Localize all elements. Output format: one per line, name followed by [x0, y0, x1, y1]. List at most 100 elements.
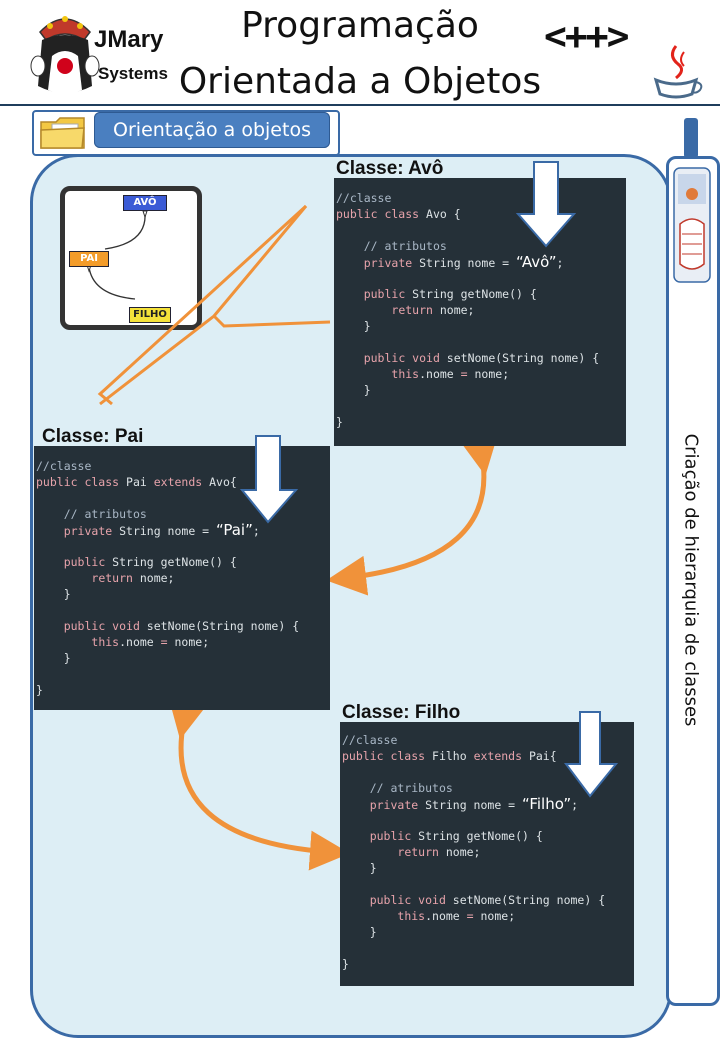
code-line: }	[342, 924, 634, 940]
code-token: return	[391, 303, 433, 317]
code-token: nome;	[467, 367, 510, 381]
down-arrow-icon	[564, 711, 618, 798]
code-token: .nome	[119, 635, 161, 649]
page-title-line1: Programação	[241, 5, 479, 46]
code-token: public void	[63, 619, 140, 633]
code-line: this.nome = nome;	[342, 908, 634, 924]
code-line: }	[336, 414, 626, 430]
code-token: private	[369, 798, 419, 812]
code-token: // atributos	[369, 781, 453, 795]
down-arrow-icon	[240, 435, 299, 524]
code-line: }	[36, 682, 330, 698]
code-token: ;	[571, 798, 579, 812]
page-title-line2: Orientada a Objetos	[178, 61, 542, 102]
code-line: }	[336, 318, 626, 334]
code-token: .nome	[419, 367, 461, 381]
code-line: return nome;	[342, 844, 634, 860]
code-line: public void setNome(String nome) {	[36, 618, 330, 634]
code-token: //classe	[36, 459, 92, 473]
code-token: ;	[252, 524, 260, 538]
code-token: }	[36, 587, 71, 601]
code-token: this	[391, 367, 420, 381]
code-line: }	[342, 956, 634, 972]
code-token: private	[63, 524, 113, 538]
code-token: setNome(String nome) {	[445, 893, 606, 907]
sidebar-connector	[684, 118, 698, 158]
class-label-avo: Classe: Avô	[336, 158, 444, 179]
code-line: private String nome = “Filho”;	[342, 796, 634, 812]
code-token: String getNome() {	[105, 555, 237, 569]
code-token: Pai	[119, 475, 154, 489]
code-token: extends	[153, 475, 203, 489]
code-token: String nome =	[112, 524, 217, 538]
code-token: }	[342, 861, 377, 875]
code-token: nome;	[473, 909, 516, 923]
code-line: private String nome = “Avô”;	[336, 254, 626, 270]
code-token: return	[397, 845, 439, 859]
code-token: public	[363, 287, 406, 301]
code-token: String getNome() {	[405, 287, 537, 301]
code-line: return nome;	[36, 570, 330, 586]
code-token: =	[466, 909, 474, 923]
code-line: //classe	[336, 190, 626, 206]
code-token: return	[91, 571, 133, 585]
section-button[interactable]: Orientação a objetos	[94, 112, 330, 148]
code-line: public class Avo {	[336, 206, 626, 222]
code-token: public	[63, 555, 106, 569]
code-token: private	[363, 256, 413, 270]
code-token: setNome(String nome) {	[139, 619, 300, 633]
duke-mascot-icon	[30, 16, 100, 94]
code-token: ;	[556, 256, 564, 270]
code-token: }	[336, 319, 371, 333]
sidebar-caption: Criação de hierarquia de classes	[670, 156, 712, 1000]
code-token: nome;	[432, 303, 475, 317]
code-token: =	[460, 367, 468, 381]
code-token: Avo{	[202, 475, 237, 489]
code-block-avo: //classe public class Avo { // atributos …	[334, 178, 626, 446]
code-token: }	[336, 415, 343, 429]
code-token: }	[342, 957, 349, 971]
code-token: this	[91, 635, 120, 649]
code-token: public class	[342, 749, 426, 763]
header-divider	[0, 104, 720, 106]
code-token: Avo {	[419, 207, 461, 221]
code-token: // atributos	[63, 507, 147, 521]
code-token: extends	[473, 749, 523, 763]
code-line: }	[336, 382, 626, 398]
code-token: nome;	[438, 845, 481, 859]
code-token: //classe	[336, 191, 392, 205]
code-token: String getNome() {	[411, 829, 543, 843]
code-token: nome;	[167, 635, 210, 649]
code-token: public class	[336, 207, 420, 221]
code-line: this.nome = nome;	[36, 634, 330, 650]
code-token: //classe	[342, 733, 398, 747]
code-token: this	[397, 909, 426, 923]
sidebar-caption-text: Criação de hierarquia de classes	[680, 433, 702, 727]
code-line: public String getNome() {	[36, 554, 330, 570]
code-line: return nome;	[336, 302, 626, 318]
code-token: // atributos	[363, 239, 447, 253]
code-token: public class	[36, 475, 120, 489]
code-token: “Avô”	[516, 253, 557, 271]
code-token: public void	[369, 893, 446, 907]
